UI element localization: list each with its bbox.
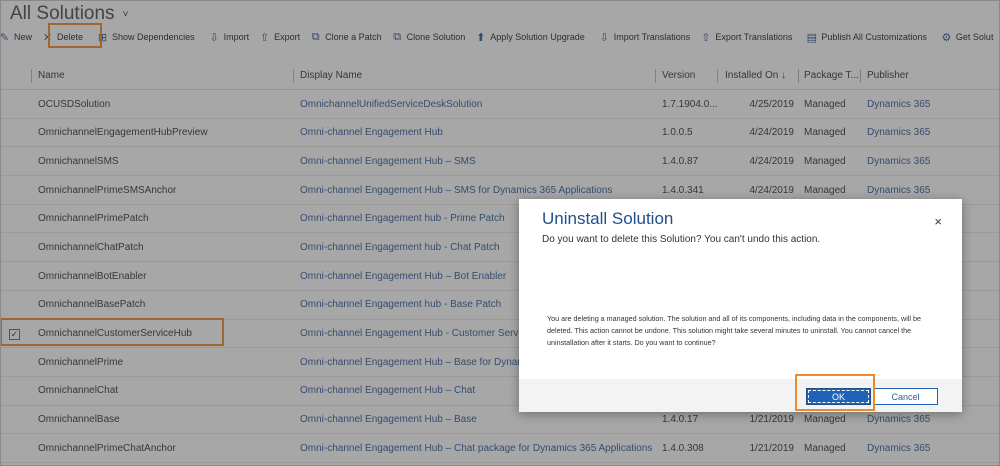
ok-callout-highlight [795,374,875,411]
close-icon[interactable]: × [934,214,942,229]
dialog-subtitle: Do you want to delete this Solution? You… [542,234,821,245]
cancel-button[interactable]: Cancel [873,388,938,405]
dialog-message: You are deleting a managed solution. The… [547,314,921,347]
dialog-title: Uninstall Solution [542,209,674,228]
dialog-footer: OK Cancel [519,379,962,412]
uninstall-solution-dialog: Uninstall Solution × Do you want to dele… [519,199,962,412]
